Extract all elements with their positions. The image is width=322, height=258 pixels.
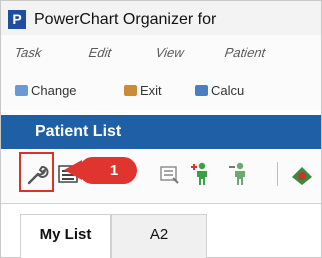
menu-edit[interactable]: Edit xyxy=(87,45,114,60)
list-tabs: My List A2 xyxy=(1,203,321,258)
calculator-label: Calcu xyxy=(211,83,245,98)
menu-patient[interactable]: Patient xyxy=(223,45,268,60)
exit-label: Exit xyxy=(140,83,162,98)
window-title: PowerChart Organizer for xyxy=(34,11,217,28)
tab-my-list[interactable]: My List xyxy=(20,214,111,258)
wrench-highlight-box xyxy=(19,152,54,192)
flag-icon[interactable] xyxy=(290,163,314,187)
patient-list-header: Patient List xyxy=(1,115,321,149)
exit-button[interactable]: Exit xyxy=(124,83,162,98)
title-fade xyxy=(281,9,309,31)
title-bar: P PowerChart Organizer for xyxy=(1,1,321,35)
menu-view[interactable]: View xyxy=(154,45,187,60)
calculator-icon xyxy=(195,85,208,96)
powerchart-logo-icon: P xyxy=(8,10,26,29)
step-callout: 1 xyxy=(79,157,137,184)
patient-list-title: Patient List xyxy=(35,123,122,140)
tab-a2[interactable]: A2 xyxy=(111,214,207,258)
list-gray-icon[interactable] xyxy=(160,165,180,185)
toolbar-separator xyxy=(277,162,278,186)
menu-task[interactable]: Task xyxy=(13,45,45,60)
calculator-button[interactable]: Calcu xyxy=(195,83,244,98)
change-label: Change xyxy=(31,83,77,98)
change-button[interactable]: Change xyxy=(15,83,77,98)
remove-patient-icon[interactable] xyxy=(227,161,251,187)
add-patient-icon[interactable] xyxy=(189,161,213,187)
people-icon xyxy=(15,85,28,96)
menu-bar: Task Edit View Patient xyxy=(1,35,321,68)
quick-toolbar: Change Exit Calcu xyxy=(1,68,321,110)
exit-icon xyxy=(124,85,137,96)
